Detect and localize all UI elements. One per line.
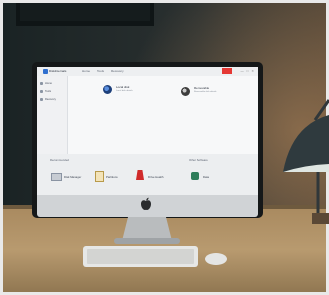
section-label: Other Software [189,158,208,162]
disk-title[interactable]: Local disk [116,85,129,89]
book [312,213,329,224]
apple-logo-icon [141,197,151,210]
sidebar-item-home[interactable]: Home [39,80,65,87]
disk-manager-icon[interactable] [51,173,62,181]
partitions-icon[interactable] [95,171,104,182]
menu-tools[interactable]: Tools [97,69,104,73]
tool-label[interactable]: Partitions [106,175,118,179]
mouse [205,253,227,265]
sidebar-item-label: Tools [45,89,52,93]
monitor-stand-base [114,238,180,244]
sidebar-item-label: Recovery [45,97,56,101]
disk-subtitle: Removable disk details [194,91,217,93]
home-icon [40,82,43,85]
tool-label[interactable]: Drive Health [148,175,163,179]
tools-icon [40,90,43,93]
tool-label[interactable]: Disk Manager [64,175,81,179]
photo-scene: DiskInternals Home Tools Recovery — □ ✕ … [0,0,329,295]
tool-label[interactable]: Data [203,175,209,179]
picture-frame-inner [20,0,150,21]
disk-subtitle: Local disk details [116,90,133,92]
menu-recovery[interactable]: Recovery [111,69,124,73]
monitor-stand [122,217,172,241]
drive-health-icon[interactable] [136,170,144,180]
app-titlebar: DiskInternals Home Tools Recovery — □ ✕ [37,67,258,76]
sidebar-item-tools[interactable]: Tools [39,88,65,95]
sidebar-item-recovery[interactable]: Recovery [39,96,65,103]
data-tool-icon[interactable] [191,172,199,180]
removable-disk-icon[interactable] [181,87,190,96]
menu-home[interactable]: Home [82,69,90,73]
sidebar-item-label: Home [45,81,52,85]
app-title: DiskInternals [49,68,67,73]
tools-panel: Recommended Other Software Disk Manager … [37,154,258,195]
app-logo-icon [43,69,48,74]
keyboard-keys [87,249,194,264]
section-label: Recommended [50,158,69,162]
disk-icon[interactable] [103,85,112,94]
close-button[interactable] [222,68,232,74]
monitor-screen: DiskInternals Home Tools Recovery — □ ✕ … [37,67,258,195]
window-controls[interactable]: — □ ✕ [240,69,255,73]
disk-title[interactable]: Removable [194,86,209,90]
recovery-icon [40,98,43,101]
